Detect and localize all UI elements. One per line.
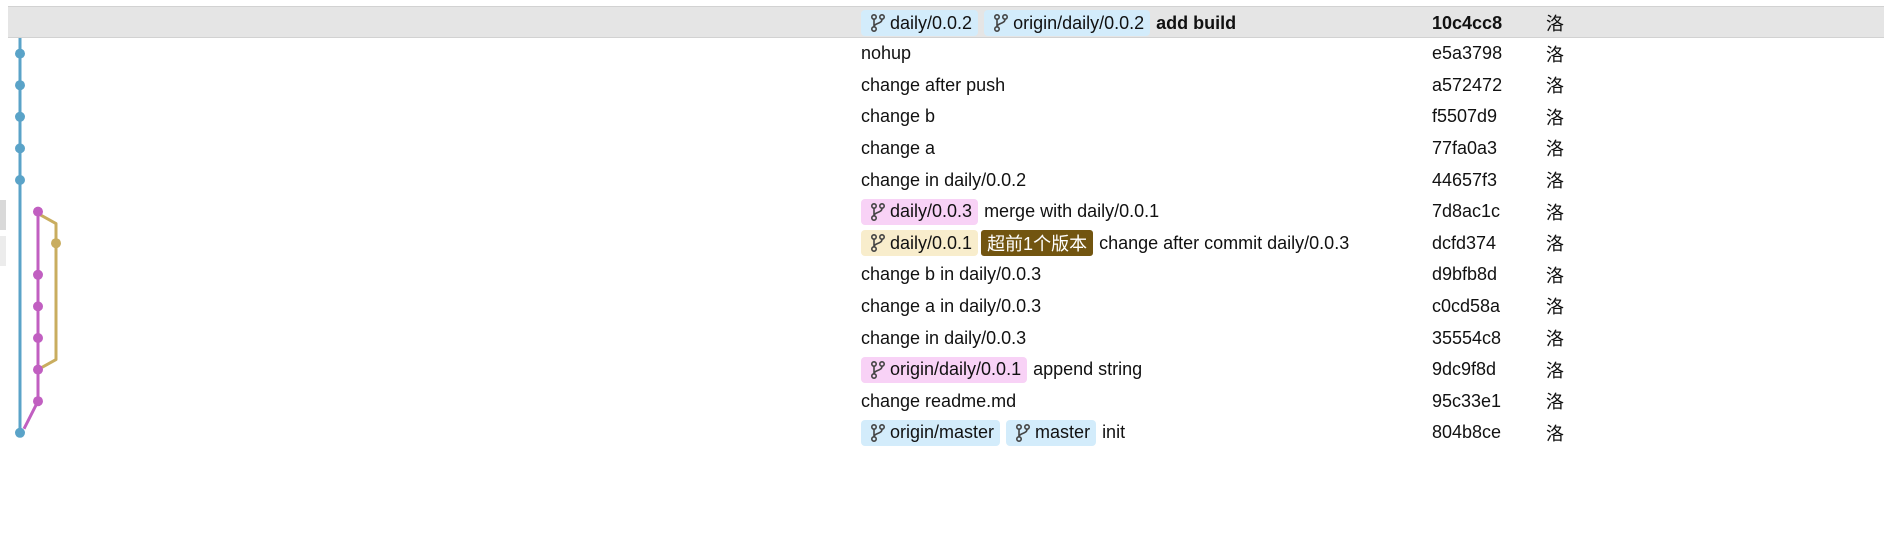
commit-hash: d9bfb8d [1432,264,1498,285]
branch-icon [871,14,885,32]
commit-description: change readme.md [861,385,1016,417]
commit-description: change b in daily/0.0.3 [861,259,1041,291]
commit-hash: e5a3798 [1432,43,1503,64]
branch-tag-label: origin/master [890,422,995,443]
commit-author: 洛 [1546,234,1564,255]
commit-message: nohup [861,43,912,64]
commit-description: nohup [861,38,911,70]
commit-author: 洛 [1546,360,1564,381]
commit-message: change after push [861,74,1006,95]
commit-author: 洛 [1546,44,1564,65]
commit-hash: f5507d9 [1432,106,1498,127]
commit-hash: c0cd58a [1432,295,1501,316]
branch-tag[interactable]: daily/0.0.1 [861,230,979,257]
commit-description: change a in daily/0.0.3 [861,290,1041,322]
commit-author: 洛 [1546,14,1564,34]
branch-tag-label: daily/0.0.2 [890,12,973,33]
branch-tag[interactable]: origin/daily/0.0.1 [861,356,1028,383]
commit-message: init [1102,422,1126,443]
commit-row[interactable]: change readme.md 95c33e1 洛 [8,385,1884,417]
commit-description: change after push [861,69,1005,101]
commit-row[interactable]: change b in daily/0.0.3 d9bfb8d 洛 [8,259,1884,291]
branch-icon [994,14,1009,32]
commit-row[interactable]: daily/0.0.1 超前1个版本 change after commit dai… [8,227,1884,259]
ahead-badge: 超前1个版本 [981,230,1094,257]
commit-hash: 10c4cc8 [1432,12,1503,33]
commit-row[interactable]: origin/master master init 804b8ce 洛 [8,417,1884,449]
commit-hash: 7d8ac1c [1432,201,1501,222]
commit-row[interactable]: change in daily/0.0.2 44657f3 洛 [8,164,1884,196]
commit-hash: 44657f3 [1432,169,1498,190]
commit-row[interactable]: daily/0.0.2 origin/daily/0.0.2 add build 10… [8,6,1884,38]
commit-description: origin/master master init [861,417,1125,449]
commit-hash: 95c33e1 [1432,390,1502,411]
commit-author: 洛 [1546,265,1564,286]
commit-description: daily/0.0.3 merge with daily/0.0.1 [861,196,1159,228]
branch-icon [871,234,885,253]
branch-tag-label: origin/daily/0.0.1 [890,359,1022,380]
branch-tag-label: master [1035,422,1091,443]
commit-author: 洛 [1546,107,1564,128]
commit-author: 洛 [1546,76,1564,97]
commit-message: change b in daily/0.0.3 [861,264,1042,285]
commit-message: merge with daily/0.0.1 [984,201,1160,222]
commit-description: change in daily/0.0.2 [861,164,1026,196]
branch-tag-label: daily/0.0.3 [890,201,973,222]
commit-row[interactable]: origin/daily/0.0.1 append string 9dc9f8d 洛 [8,354,1884,386]
commit-hash: 35554c8 [1432,327,1502,348]
branch-tag-label: origin/daily/0.0.2 [1013,12,1145,33]
commit-row[interactable]: change a in daily/0.0.3 c0cd58a 洛 [8,290,1884,322]
branch-tag[interactable]: master [1006,419,1097,446]
commit-message: change a in daily/0.0.3 [861,295,1042,316]
branch-tag[interactable]: daily/0.0.2 [861,10,979,36]
branch-tag[interactable]: daily/0.0.3 [861,198,979,225]
commit-message: change a [861,137,936,158]
commit-message: change b [861,106,936,127]
commit-hash: 9dc9f8d [1432,359,1497,380]
branch-icon [871,202,885,221]
branch-icon [871,423,885,442]
commit-description: change b [861,101,935,133]
branch-tag[interactable]: origin/master [861,419,1001,446]
branch-icon [871,360,885,379]
commit-author: 洛 [1546,392,1564,413]
commit-row[interactable]: change a 77fa0a3 洛 [8,132,1884,164]
branch-tag[interactable]: origin/daily/0.0.2 [984,10,1151,36]
commit-description: change in daily/0.0.3 [861,322,1026,354]
commit-author: 洛 [1546,329,1564,349]
commit-author: 洛 [1546,202,1564,223]
commit-message: change in daily/0.0.2 [861,169,1027,190]
commit-description: daily/0.0.1 超前1个版本 change after commit dai… [861,227,1349,259]
commit-message: change in daily/0.0.3 [861,327,1027,348]
commit-author: 洛 [1546,171,1564,191]
branch-icon [1016,423,1031,442]
commit-message: add build [1156,12,1237,33]
commit-author: 洛 [1546,297,1564,318]
commit-message: change after commit daily/0.0.3 [1099,232,1350,253]
commit-row[interactable]: change b f5507d9 洛 [8,101,1884,133]
commit-row[interactable]: change in daily/0.0.3 35554c8 洛 [8,322,1884,354]
commit-description: origin/daily/0.0.1 append string [861,354,1142,386]
commit-hash: 77fa0a3 [1432,137,1498,158]
commit-hash: 804b8ce [1432,422,1502,443]
commit-hash: a572472 [1432,74,1503,95]
commit-author: 洛 [1546,139,1564,160]
commit-row[interactable]: nohup e5a3798 洛 [8,38,1884,70]
commit-message: append string [1033,359,1143,380]
commit-row[interactable]: daily/0.0.3 merge with daily/0.0.1 7d8ac1c… [8,196,1884,228]
commit-description: change a [861,132,935,164]
commit-message: change readme.md [861,390,1017,411]
commit-row[interactable]: change after push a572472 洛 [8,69,1884,101]
commit-author: 洛 [1546,423,1564,444]
branch-tag-label: daily/0.0.1 [890,232,973,253]
commit-hash: dcfd374 [1432,232,1497,253]
commit-description: daily/0.0.2 origin/daily/0.0.2 add build [861,7,1236,39]
